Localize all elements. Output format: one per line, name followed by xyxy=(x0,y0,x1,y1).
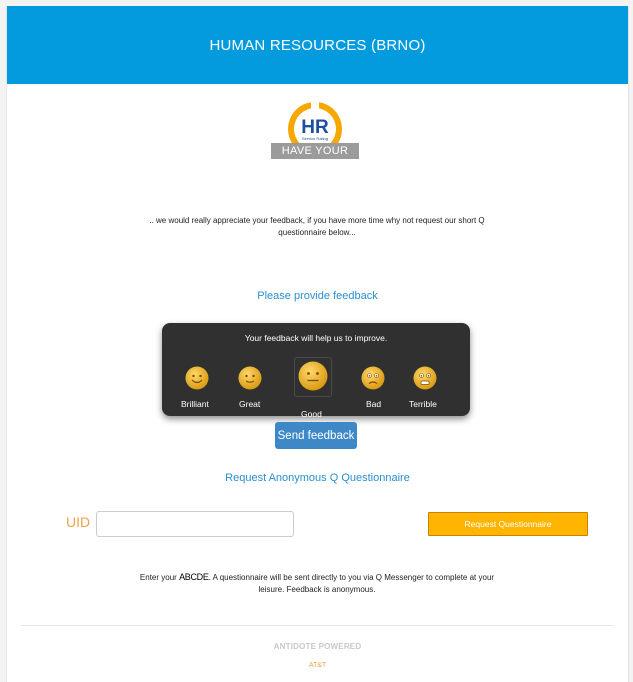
send-feedback-button[interactable]: Send feedback xyxy=(275,422,357,449)
uid-instructions: Enter your ABCDE. A questionnaire will b… xyxy=(102,571,532,596)
page-container: HUMAN RESOURCES (BRNO) HR Service Rating… xyxy=(6,6,629,682)
happy-face-icon xyxy=(185,366,209,390)
unhappy-face-icon xyxy=(361,366,385,390)
svg-text:Service Rating: Service Rating xyxy=(302,136,328,141)
footer-powered-by: ANTIDOTE POWERED xyxy=(273,642,362,651)
option-label-great: Great xyxy=(239,399,261,409)
hr-logo: HR Service Rating HAVE YOUR SAY xyxy=(271,101,363,173)
feedback-panel-title: Your feedback will help us to improve. xyxy=(244,333,388,343)
page-title: HUMAN RESOURCES (BRNO) xyxy=(209,36,426,54)
footer-brand: AT&T xyxy=(308,662,327,669)
svg-text:HR: HR xyxy=(301,117,329,138)
angry-face-icon xyxy=(413,366,437,390)
option-label-brilliant: Brilliant xyxy=(181,399,209,409)
feedback-option-brilliant[interactable] xyxy=(184,365,210,396)
neutral-face-icon xyxy=(298,361,328,391)
request-questionnaire-button[interactable]: Request Questionnaire xyxy=(428,512,588,536)
request-questionnaire-link[interactable]: Request Anonymous Q Questionnaire xyxy=(7,472,628,484)
intro-line-1: .. we would really appreciate your feedb… xyxy=(149,216,485,225)
smiling-face-icon xyxy=(238,366,262,390)
option-label-terrible: Terrible xyxy=(409,399,437,409)
footer-divider xyxy=(21,625,614,626)
uid-label: UID xyxy=(66,514,91,530)
uid-instructions-line-1: Enter your ABCDE. A questionnaire will b… xyxy=(139,572,495,582)
uid-input[interactable] xyxy=(96,511,294,537)
feedback-option-terrible[interactable] xyxy=(412,365,438,396)
page-header: HUMAN RESOURCES (BRNO) xyxy=(7,6,628,84)
feedback-option-good[interactable] xyxy=(297,360,329,397)
logo-caption: HAVE YOUR SAY xyxy=(271,143,359,173)
feedback-option-great[interactable] xyxy=(237,365,263,396)
option-label-good: Good xyxy=(301,409,322,419)
intro-text: .. we would really appreciate your feedb… xyxy=(117,215,517,239)
uid-example-code: ABCDE xyxy=(179,572,209,582)
option-label-bad: Bad xyxy=(366,399,382,409)
uid-instructions-line-2: leisure. Feedback is anonymous. xyxy=(258,585,376,594)
feedback-panel: Your feedback will help us to improve. B… xyxy=(162,323,470,419)
feedback-heading: Please provide feedback xyxy=(257,290,378,302)
intro-line-2: questionnaire below... xyxy=(278,228,356,237)
feedback-option-bad[interactable] xyxy=(360,365,386,396)
